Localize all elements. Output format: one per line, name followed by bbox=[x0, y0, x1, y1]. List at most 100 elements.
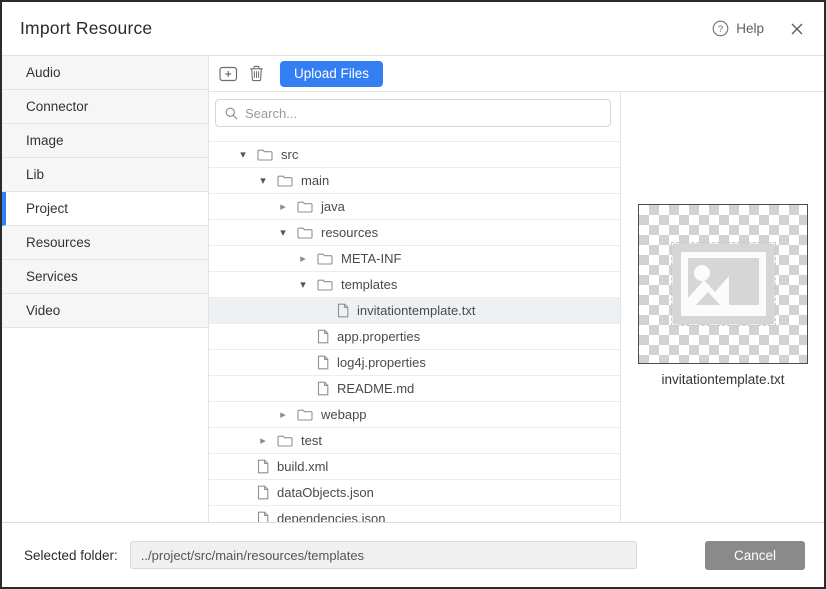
sidebar-item-label: Audio bbox=[26, 65, 61, 80]
tree-panel: ▾ src ▾ bbox=[209, 92, 621, 522]
import-resource-dialog: Import Resource ? Help Audio Connector I… bbox=[0, 0, 826, 589]
sidebar-item-label: Services bbox=[26, 269, 78, 284]
chevron-down-icon[interactable]: ▾ bbox=[275, 226, 291, 239]
sidebar-item-services[interactable]: Services bbox=[2, 260, 208, 294]
preview-checkerboard bbox=[638, 204, 808, 364]
tree-row-src[interactable]: ▾ src bbox=[209, 142, 620, 168]
dialog-footer: Selected folder: Cancel bbox=[2, 522, 824, 587]
selected-folder-input[interactable] bbox=[130, 541, 637, 569]
trash-icon bbox=[249, 65, 264, 82]
file-icon bbox=[257, 511, 269, 522]
tree-row-label: invitationtemplate.txt bbox=[357, 303, 476, 318]
chevron-right-icon[interactable]: ▸ bbox=[275, 408, 291, 421]
dialog-body: Audio Connector Image Lib Project Resour… bbox=[2, 56, 824, 522]
file-icon bbox=[337, 303, 349, 318]
chevron-right-icon[interactable]: ▸ bbox=[275, 200, 291, 213]
search-icon bbox=[225, 107, 238, 120]
sidebar-item-lib[interactable]: Lib bbox=[2, 158, 208, 192]
tree-row-META-INF[interactable]: ▸ META-INF bbox=[209, 246, 620, 272]
search-container bbox=[209, 92, 620, 134]
tree-row-label: webapp bbox=[321, 407, 367, 422]
tree-row-label: resources bbox=[321, 225, 378, 240]
search-input[interactable] bbox=[245, 106, 601, 121]
tree-row-label: src bbox=[281, 147, 298, 162]
tree-row-README.md[interactable]: README.md bbox=[209, 376, 620, 402]
close-icon[interactable] bbox=[788, 20, 806, 38]
tree-row-label: test bbox=[301, 433, 322, 448]
preview-panel: invitationtemplate.txt bbox=[621, 92, 824, 522]
upload-files-button[interactable]: Upload Files bbox=[280, 61, 383, 87]
chevron-right-icon[interactable]: ▸ bbox=[295, 252, 311, 265]
folder-icon bbox=[317, 278, 333, 292]
tree-row-main[interactable]: ▾ main bbox=[209, 168, 620, 194]
page-title: Import Resource bbox=[20, 18, 152, 39]
tree-row-label: templates bbox=[341, 277, 397, 292]
tree-row-label: log4j.properties bbox=[337, 355, 426, 370]
sidebar-item-audio[interactable]: Audio bbox=[2, 56, 208, 90]
tree-row-dependencies.json[interactable]: dependencies.json bbox=[209, 506, 620, 522]
delete-button[interactable] bbox=[244, 62, 268, 86]
sidebar-item-project[interactable]: Project bbox=[2, 192, 208, 226]
question-circle-icon: ? bbox=[712, 20, 729, 37]
chevron-down-icon[interactable]: ▾ bbox=[235, 148, 251, 161]
new-folder-icon bbox=[219, 65, 238, 82]
folder-icon bbox=[257, 148, 273, 162]
tree-row-log4j.properties[interactable]: log4j.properties bbox=[209, 350, 620, 376]
tree-row-label: app.properties bbox=[337, 329, 420, 344]
content-area: ▾ src ▾ bbox=[209, 92, 824, 522]
sidebar-item-label: Lib bbox=[26, 167, 44, 182]
tree-row-java[interactable]: ▸ java bbox=[209, 194, 620, 220]
chevron-down-icon[interactable]: ▾ bbox=[295, 278, 311, 291]
svg-text:?: ? bbox=[718, 24, 723, 35]
chevron-right-icon[interactable]: ▸ bbox=[255, 434, 271, 447]
file-tree: ▾ src ▾ bbox=[209, 134, 620, 522]
sidebar-item-resources[interactable]: Resources bbox=[2, 226, 208, 260]
folder-icon bbox=[317, 252, 333, 266]
tree-row-build.xml[interactable]: build.xml bbox=[209, 454, 620, 480]
file-icon bbox=[257, 485, 269, 500]
tree-row-label: dependencies.json bbox=[277, 511, 385, 522]
selected-folder-label: Selected folder: bbox=[24, 548, 118, 563]
file-icon bbox=[317, 355, 329, 370]
sidebar-item-image[interactable]: Image bbox=[2, 124, 208, 158]
file-icon bbox=[317, 381, 329, 396]
main-area: Upload Files ▾ bbox=[209, 56, 824, 522]
tree-row-label: README.md bbox=[337, 381, 414, 396]
dialog-header: Import Resource ? Help bbox=[2, 2, 824, 56]
sidebar-item-video[interactable]: Video bbox=[2, 294, 208, 328]
file-icon bbox=[317, 329, 329, 344]
folder-icon bbox=[297, 200, 313, 214]
folder-icon bbox=[277, 174, 293, 188]
tree-row-label: META-INF bbox=[341, 251, 401, 266]
tree-row-templates[interactable]: ▾ templates bbox=[209, 272, 620, 298]
tree-row-partial bbox=[209, 134, 620, 142]
sidebar-item-label: Project bbox=[26, 201, 68, 216]
folder-icon bbox=[297, 408, 313, 422]
tree-row-invitationtemplate.txt[interactable]: invitationtemplate.txt bbox=[209, 298, 620, 324]
tree-row-dataObjects.json[interactable]: dataObjects.json bbox=[209, 480, 620, 506]
header-actions: ? Help bbox=[712, 20, 806, 38]
image-placeholder-icon bbox=[671, 242, 776, 326]
sidebar-item-label: Image bbox=[26, 133, 64, 148]
search-box[interactable] bbox=[215, 99, 611, 127]
folder-icon bbox=[297, 226, 313, 240]
tree-row-resources[interactable]: ▾ resources bbox=[209, 220, 620, 246]
sidebar-item-label: Resources bbox=[26, 235, 91, 250]
tree-row-label: main bbox=[301, 173, 329, 188]
preview-caption: invitationtemplate.txt bbox=[638, 372, 808, 387]
sidebar-item-connector[interactable]: Connector bbox=[2, 90, 208, 124]
tree-row-test[interactable]: ▸ test bbox=[209, 428, 620, 454]
cancel-button[interactable]: Cancel bbox=[705, 541, 805, 570]
chevron-down-icon[interactable]: ▾ bbox=[255, 174, 271, 187]
tree-row-label: build.xml bbox=[277, 459, 328, 474]
sidebar: Audio Connector Image Lib Project Resour… bbox=[2, 56, 209, 522]
help-label: Help bbox=[736, 21, 764, 36]
new-folder-button[interactable] bbox=[216, 62, 240, 86]
tree-row-app.properties[interactable]: app.properties bbox=[209, 324, 620, 350]
sidebar-item-label: Video bbox=[26, 303, 60, 318]
tree-row-webapp[interactable]: ▸ webapp bbox=[209, 402, 620, 428]
help-button[interactable]: ? Help bbox=[712, 20, 764, 37]
file-icon bbox=[257, 459, 269, 474]
sidebar-item-label: Connector bbox=[26, 99, 88, 114]
folder-icon bbox=[277, 434, 293, 448]
